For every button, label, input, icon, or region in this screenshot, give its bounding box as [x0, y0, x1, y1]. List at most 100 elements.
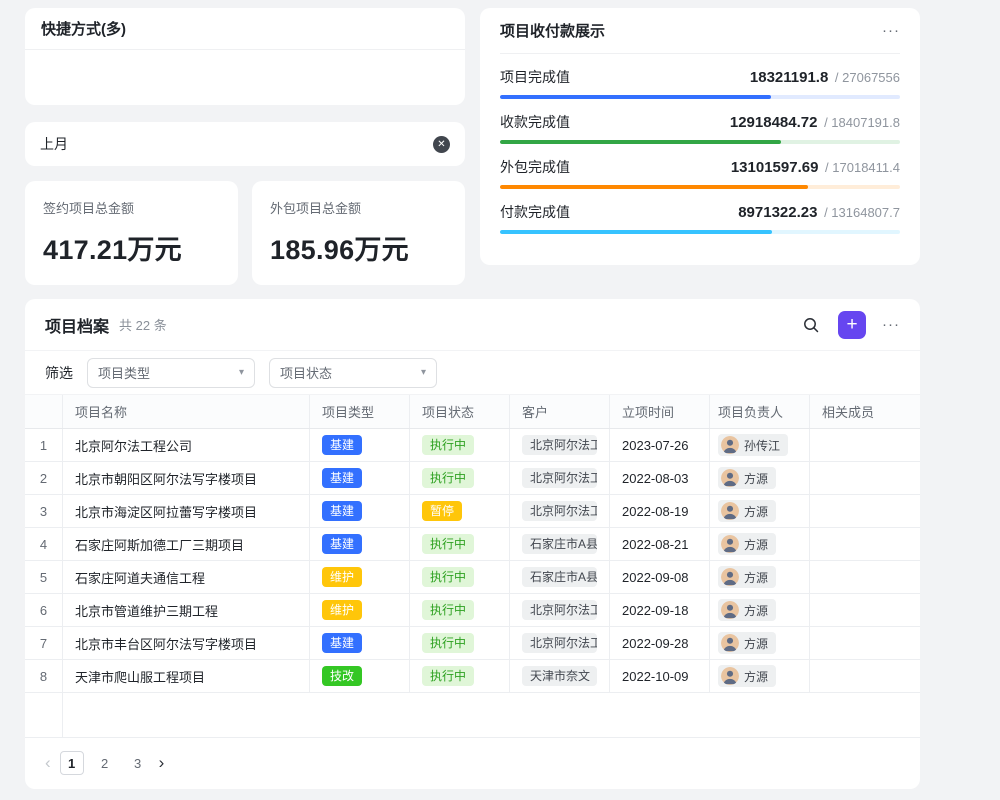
row-index: 1	[25, 429, 63, 461]
project-type-tag: 基建	[322, 534, 362, 554]
table-row[interactable]: 4 石家庄阿斯加德工厂三期项目 基建 执行中 石家庄市A县 2022-08-21…	[25, 528, 920, 561]
shortcuts-card: 快捷方式(多)	[25, 8, 465, 105]
search-icon[interactable]	[802, 316, 820, 334]
owner-name: 方源	[744, 602, 768, 619]
table-row[interactable]: 5 石家庄阿道夫通信工程 维护 执行中 石家庄市A县 2022-09-08 方源	[25, 561, 920, 594]
top-section: 快捷方式(多) 上月 ✕ 签约项目总金额 417.21万元 外包项目总金额 18…	[25, 8, 920, 285]
start-date: 2023-07-26	[610, 429, 710, 461]
customer-tag: 北京阿尔法工程公司	[522, 501, 597, 521]
owner-pill: 方源	[718, 599, 776, 621]
table-body: 1 北京阿尔法工程公司 基建 执行中 北京阿尔法工程公司 2023-07-26 …	[25, 429, 920, 693]
avatar	[721, 667, 739, 685]
more-icon[interactable]: ···	[882, 22, 900, 39]
row-index: 8	[25, 660, 63, 692]
members-cell	[810, 462, 920, 494]
payments-card: 项目收付款展示 ··· 项目完成值 18321191.8 / 27067556 …	[480, 8, 920, 265]
project-archive-card: 项目档案 共 22 条 + ··· 筛选 项目类型 ▾ 项目状态 ▾ 项目名称 …	[25, 299, 920, 789]
row-index: 7	[25, 627, 63, 659]
next-page-icon[interactable]: ›	[159, 753, 165, 773]
table-row[interactable]: 8 天津市爬山服工程项目 技改 执行中 天津市奈文 2022-10-09 方源	[25, 660, 920, 693]
table-row[interactable]: 6 北京市管道维护三期工程 维护 执行中 北京阿尔法工程公司 2022-09-1…	[25, 594, 920, 627]
archive-header: 项目档案 共 22 条 + ···	[25, 299, 920, 351]
header-cell: 项目类型	[310, 395, 410, 428]
progress-track	[500, 230, 900, 234]
owner-name: 方源	[744, 503, 768, 520]
select-value: 项目类型	[98, 363, 150, 382]
clear-icon[interactable]: ✕	[433, 136, 450, 153]
progress-fill	[500, 95, 771, 99]
members-cell	[810, 429, 920, 461]
owner-pill: 方源	[718, 467, 776, 489]
owner-name: 方源	[744, 536, 768, 553]
progress-row: 收款完成值 12918484.72 / 18407191.8	[500, 112, 900, 144]
progress-label: 项目完成值	[500, 67, 570, 87]
project-status-tag: 执行中	[422, 534, 474, 554]
page-button-1[interactable]: 1	[60, 751, 84, 775]
progress-row: 外包完成值 13101597.69 / 17018411.4	[500, 157, 900, 189]
project-status-select[interactable]: 项目状态 ▾	[269, 358, 437, 388]
start-date: 2022-09-28	[610, 627, 710, 659]
stat-label: 签约项目总金额	[43, 198, 220, 217]
owner-name: 方源	[744, 635, 768, 652]
header-cell: 项目名称	[63, 395, 310, 428]
date-filter[interactable]: 上月 ✕	[25, 122, 465, 166]
left-column: 快捷方式(多) 上月 ✕ 签约项目总金额 417.21万元 外包项目总金额 18…	[25, 8, 465, 285]
stat-card-outsourced: 外包项目总金额 185.96万元	[252, 181, 465, 285]
table-row[interactable]: 1 北京阿尔法工程公司 基建 执行中 北京阿尔法工程公司 2023-07-26 …	[25, 429, 920, 462]
progress-fill	[500, 230, 772, 234]
add-record-button[interactable]: +	[838, 311, 866, 339]
project-name: 天津市爬山服工程项目	[63, 660, 310, 692]
header-cell: 立项时间	[610, 395, 710, 428]
members-cell	[810, 627, 920, 659]
payments-header: 项目收付款展示 ···	[500, 8, 900, 54]
table-row[interactable]: 3 北京市海淀区阿拉蕾写字楼项目 基建 暂停 北京阿尔法工程公司 2022-08…	[25, 495, 920, 528]
table-row[interactable]: 7 北京市丰台区阿尔法写字楼项目 基建 执行中 北京阿尔法工程公司 2022-0…	[25, 627, 920, 660]
page-button-3[interactable]: 3	[126, 751, 150, 775]
stat-card-signed: 签约项目总金额 417.21万元	[25, 181, 238, 285]
start-date: 2022-09-08	[610, 561, 710, 593]
project-type-tag: 维护	[322, 567, 362, 587]
owner-name: 孙传江	[744, 437, 780, 454]
header-cell: 项目状态	[410, 395, 510, 428]
progress-track	[500, 185, 900, 189]
project-name: 北京市丰台区阿尔法写字楼项目	[63, 627, 310, 659]
header-cell: 相关成员	[810, 395, 920, 428]
members-cell	[810, 495, 920, 527]
project-name: 北京市朝阳区阿尔法写字楼项目	[63, 462, 310, 494]
avatar	[721, 634, 739, 652]
progress-fill	[500, 185, 808, 189]
progress-track	[500, 140, 900, 144]
avatar	[721, 436, 739, 454]
header-cell: 项目负责人	[710, 395, 810, 428]
more-icon[interactable]: ···	[882, 316, 900, 333]
progress-total: / 13164807.7	[820, 205, 900, 220]
project-status-tag: 执行中	[422, 600, 474, 620]
progress-value: 13101597.69	[731, 159, 819, 176]
stat-value: 417.21万元	[43, 228, 220, 267]
project-type-tag: 基建	[322, 501, 362, 521]
project-name: 北京市管道维护三期工程	[63, 594, 310, 626]
date-filter-value: 上月	[40, 134, 68, 154]
project-status-tag: 执行中	[422, 468, 474, 488]
progress-fill	[500, 140, 781, 144]
prev-page-icon[interactable]: ‹	[45, 753, 51, 773]
archive-title: 项目档案	[45, 313, 109, 337]
members-cell	[810, 528, 920, 560]
customer-tag: 石家庄市A县	[522, 534, 597, 554]
filter-bar: 筛选 项目类型 ▾ 项目状态 ▾	[25, 351, 920, 395]
empty-row	[25, 693, 920, 738]
stat-value: 185.96万元	[270, 228, 447, 267]
project-status-tag: 执行中	[422, 666, 474, 686]
progress-total: / 18407191.8	[820, 115, 900, 130]
row-index: 5	[25, 561, 63, 593]
owner-pill: 孙传江	[718, 434, 788, 456]
table-row[interactable]: 2 北京市朝阳区阿尔法写字楼项目 基建 执行中 北京阿尔法工程公司 2022-0…	[25, 462, 920, 495]
project-name: 石家庄阿道夫通信工程	[63, 561, 310, 593]
start-date: 2022-08-21	[610, 528, 710, 560]
project-type-select[interactable]: 项目类型 ▾	[87, 358, 255, 388]
stat-label: 外包项目总金额	[270, 198, 447, 217]
owner-pill: 方源	[718, 566, 776, 588]
owner-pill: 方源	[718, 533, 776, 555]
page-button-2[interactable]: 2	[93, 751, 117, 775]
start-date: 2022-10-09	[610, 660, 710, 692]
